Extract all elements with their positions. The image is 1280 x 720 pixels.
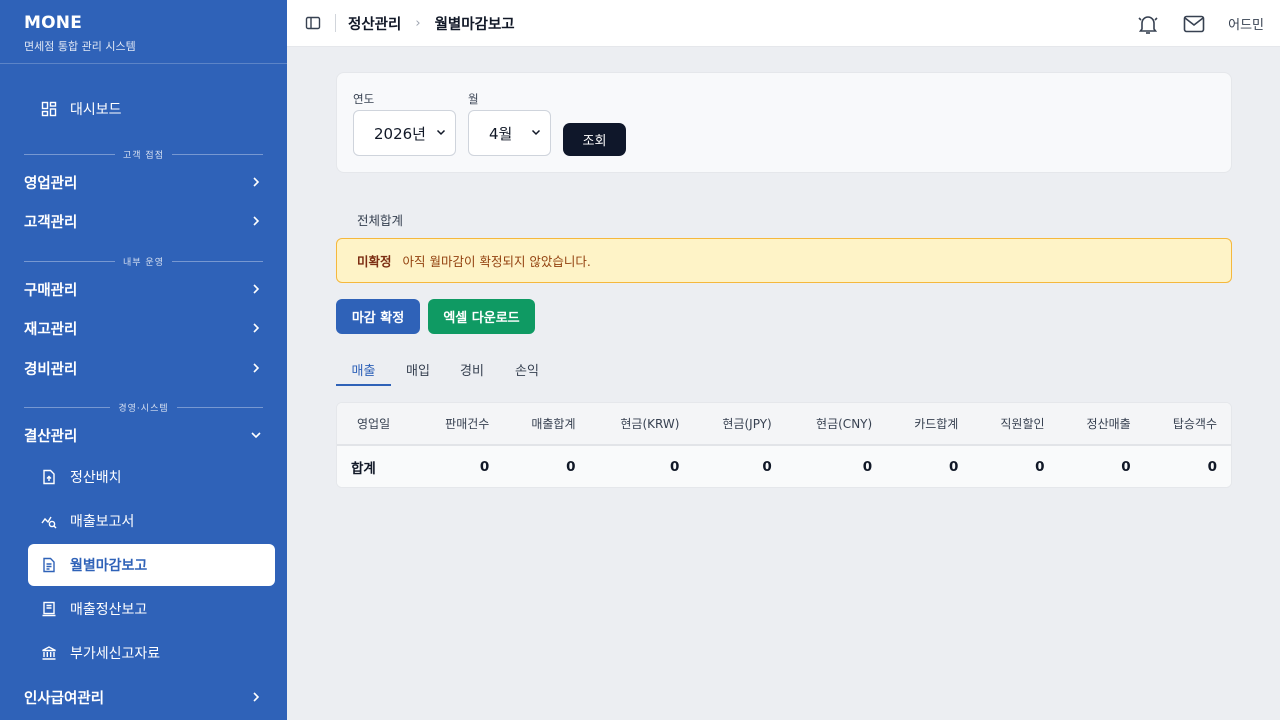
chevron-right-icon [249,282,263,296]
chevron-right-icon [249,175,263,189]
app-title: MONE [24,13,83,33]
column-header[interactable]: 현금(JPY) [693,403,785,445]
sidebar-group-expense[interactable]: 경비관리 [24,356,263,380]
column-header[interactable]: 정산매출 [1059,403,1145,445]
sidebar-item-label: 매출정산보고 [70,602,148,618]
column-header[interactable]: 현금(KRW) [590,403,694,445]
status-alert: 미확정 아직 월마감이 확정되지 않았습니다. [336,238,1232,283]
column-header[interactable]: 영업일 [337,403,417,445]
summary-table: 영업일 판매건수 매출합계 현금(KRW) 현금(JPY) 현금(CNY) 카드… [336,402,1232,488]
status-badge: 미확정 [357,254,392,269]
column-header[interactable]: 매출합계 [503,403,589,445]
table-cell: 0 [762,458,772,475]
sidebar-item-label: 대시보드 [70,102,122,118]
sidebar-group-inventory[interactable]: 재고관리 [24,316,263,340]
table-cell: 0 [670,458,680,475]
section-divider: 내부 운영 [24,255,264,268]
sidebar-group-customer[interactable]: 고객관리 [24,209,263,233]
column-header[interactable]: 현금(CNY) [786,403,886,445]
chevron-right-icon [249,361,263,375]
sidebar-group-purchase[interactable]: 구매관리 [24,277,263,301]
status-message: 아직 월마감이 확정되지 않았습니다. [402,254,591,269]
report-tabs: 매출 매입 경비 손익 [336,352,555,386]
chevron-right-icon [249,321,263,335]
summary-label: 전체합계 [357,213,404,228]
chevron-right-icon [249,690,263,704]
grid-icon [40,100,58,118]
table-cell: 0 [479,458,490,475]
table-cell: 0 [948,458,959,475]
sidebar-item-label: 매출보고서 [70,514,135,530]
user-name[interactable]: 어드민 [1228,14,1264,33]
brand: MONE 면세점 통합 관리 시스템 [0,0,287,64]
tab-sales[interactable]: 매출 [336,352,391,386]
chevron-down-icon [249,428,263,442]
sidebar-item-dashboard[interactable]: 대시보드 [28,88,275,130]
tab-purchase[interactable]: 매입 [391,352,445,386]
sidebar-group-hr[interactable]: 인사급여관리 [24,685,263,709]
sidebar-item-label: 월별마감보고 [70,558,148,574]
sidebar-item-label: 정산배치 [70,470,122,486]
confirm-close-button[interactable]: 마감 확정 [336,299,420,334]
receipt-icon [40,600,58,618]
section-divider: 고객 접점 [24,148,264,161]
sidebar-group-settlement[interactable]: 결산관리 [24,423,263,447]
column-header[interactable]: 판매건수 [417,403,503,445]
table-cell: 0 [1035,458,1045,475]
column-header[interactable]: 직원할인 [972,403,1058,445]
chevron-right-icon [249,214,263,228]
breadcrumb-separator: › [415,15,421,31]
sidebar: MONE 면세점 통합 관리 시스템 대시보드 고객 접점 영업관리 고객관리 … [0,0,287,720]
year-label: 연도 [353,92,375,106]
bell-icon[interactable] [1136,12,1160,36]
sidebar-item-sales-settle[interactable]: 매출정산보고 [28,588,275,630]
column-header[interactable]: 카드합계 [886,403,972,445]
sidebar-item-monthly-close[interactable]: 월별마감보고 [28,544,275,586]
filter-card: 연도 2026년 월 4월 조회 [336,72,1232,173]
breadcrumb-current: 월별마감보고 [434,16,515,33]
app-subtitle: 면세점 통합 관리 시스템 [24,40,136,53]
table-cell: 0 [566,458,576,475]
sidebar-item-sales-report[interactable]: 매출보고서 [28,500,275,542]
sidebar-item-batch[interactable]: 정산배치 [28,456,275,498]
sidebar-item-label: 부가세신고자료 [70,646,161,662]
table-cell: 0 [862,458,873,475]
month-label: 월 [468,92,479,106]
tab-expense[interactable]: 경비 [445,352,499,386]
table-total-row: 합계 0 0 0 0 0 0 0 0 0 [337,445,1231,487]
tab-profit-loss[interactable]: 손익 [499,352,555,386]
sidebar-item-vat[interactable]: 부가세신고자료 [28,632,275,674]
column-header[interactable]: 탑승객수 [1145,403,1231,445]
month-select[interactable]: 4월 [468,110,551,156]
sidebar-group-sales[interactable]: 영업관리 [24,170,263,194]
excel-download-button[interactable]: 엑셀 다운로드 [428,299,535,334]
section-divider: 경영·시스템 [24,401,264,414]
top-header: 정산관리 › 월별마감보고 어드민 [287,0,1280,47]
file-upload-icon [40,468,58,486]
table-cell: 0 [1121,458,1131,475]
search-button[interactable]: 조회 [563,123,626,156]
bank-icon [40,644,58,662]
table-header-row: 영업일 판매건수 매출합계 현금(KRW) 현금(JPY) 현금(CNY) 카드… [337,403,1231,445]
breadcrumb-parent[interactable]: 정산관리 [348,13,401,34]
document-icon [40,556,58,574]
chart-search-icon [40,512,58,530]
sidebar-toggle-icon[interactable] [305,15,321,31]
table-cell: 0 [1207,458,1217,475]
header-divider [335,14,336,32]
mail-icon[interactable] [1182,12,1206,36]
table-cell: 합계 [351,460,376,477]
chevron-down-icon [435,126,447,138]
year-select[interactable]: 2026년 [353,110,456,156]
chevron-down-icon [530,126,542,138]
header-actions: 어드민 [1136,0,1264,47]
